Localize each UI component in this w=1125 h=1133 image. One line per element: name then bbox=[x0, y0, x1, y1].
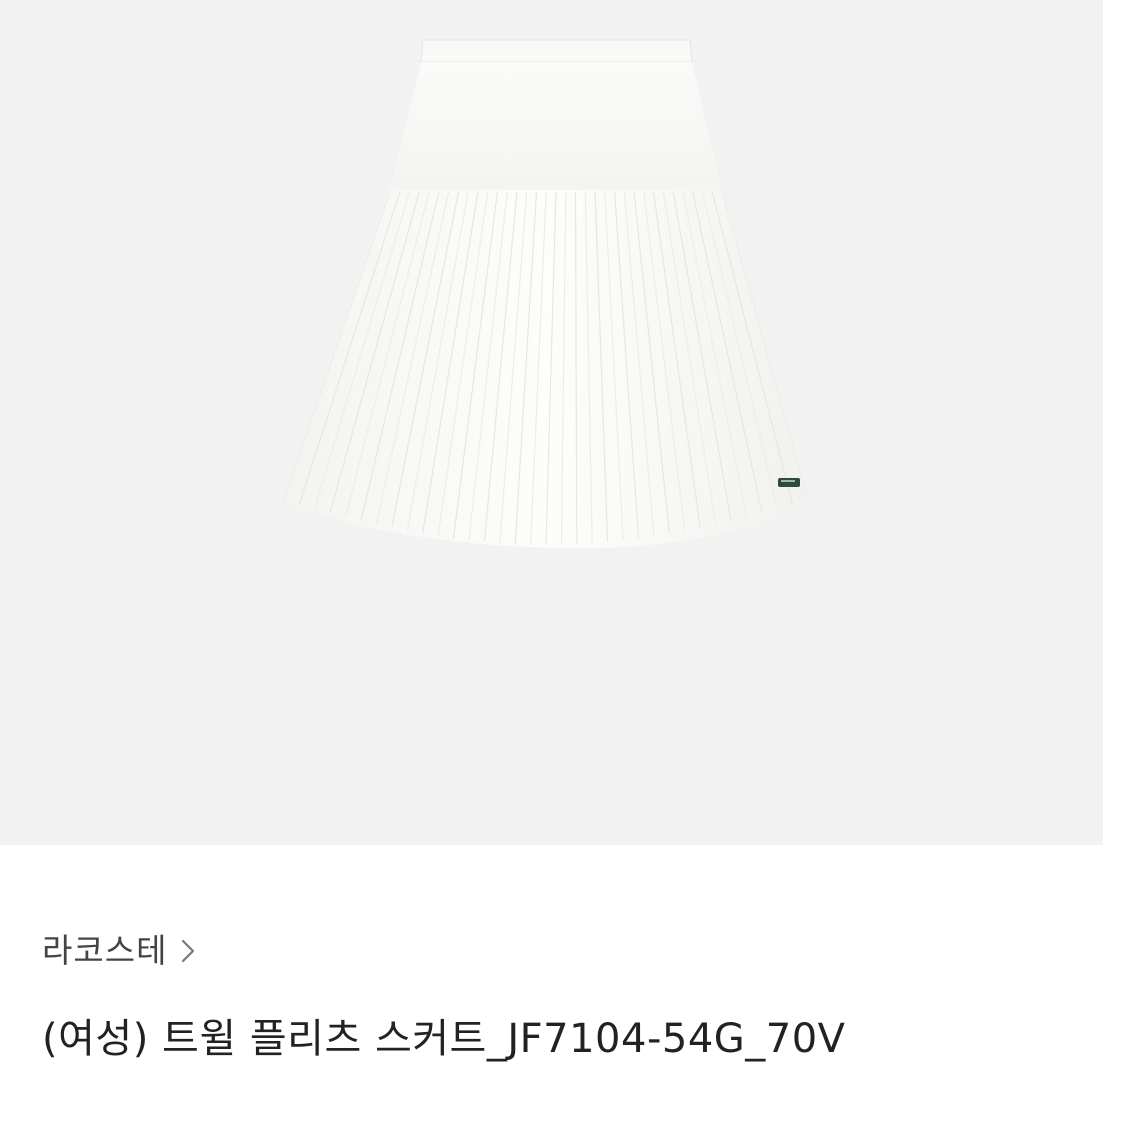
chevron-right-icon bbox=[177, 936, 199, 966]
product-title: (여성) 트윌 플리츠 스커트_JF7104-54G_70V bbox=[42, 1016, 846, 1062]
skirt-yoke bbox=[390, 62, 722, 190]
crocodile-logo bbox=[778, 478, 800, 487]
brand-name: 라코스테 bbox=[42, 931, 168, 970]
skirt-body bbox=[284, 190, 808, 549]
product-image[interactable] bbox=[0, 0, 1103, 845]
brand-link[interactable]: 라코스테 bbox=[42, 927, 199, 975]
product-page: 라코스테 (여성) 트윌 플리츠 스커트_JF7104-54G_70V bbox=[0, 0, 1125, 1133]
skirt-illustration bbox=[283, 39, 809, 549]
waistband bbox=[420, 39, 693, 63]
